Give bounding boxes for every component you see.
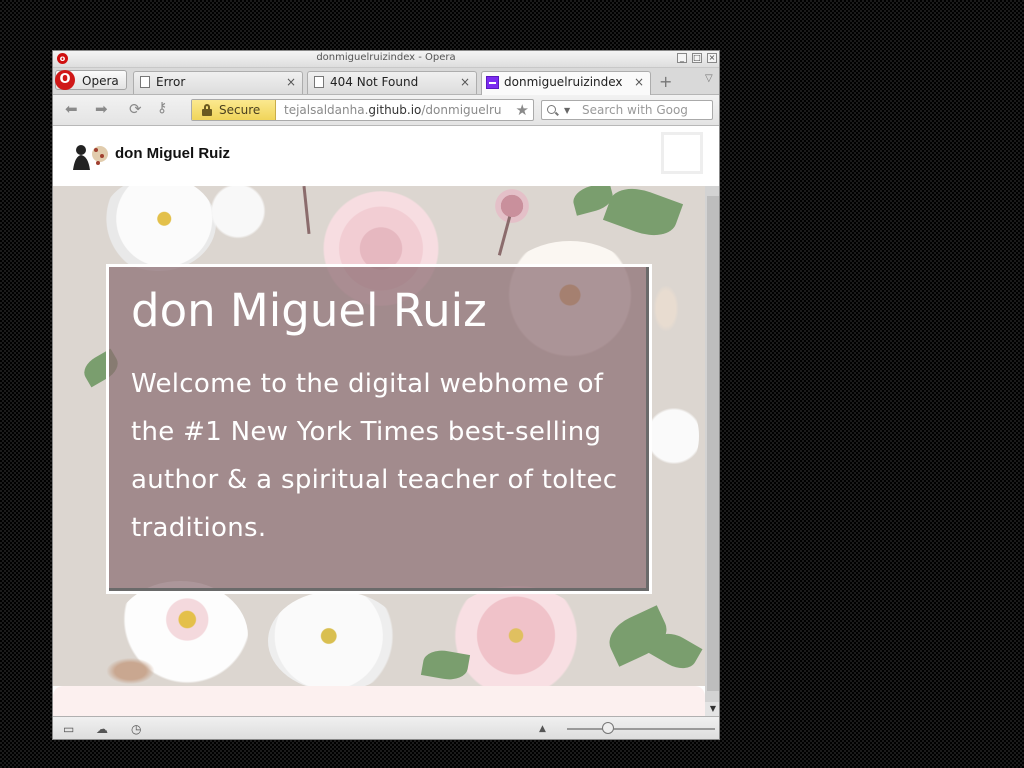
status-bar: ▭ ☁ ◷ ▲ xyxy=(53,716,719,739)
url-path: /donmiguelru xyxy=(421,103,502,117)
address-bar: ⬅ ➡ ⟳ ⚷ Secure tejalsaldanha.github.io/d… xyxy=(53,95,719,126)
page-scrollbar[interactable]: ▼ xyxy=(705,186,719,716)
zoom-menu-arrow-icon[interactable]: ▲ xyxy=(539,724,546,734)
tab-donmiguelruizindex[interactable]: donmiguelruizindex × xyxy=(481,71,651,95)
search-placeholder: Search with Goog xyxy=(582,103,688,117)
search-field[interactable]: ▼ Search with Goog xyxy=(541,100,713,120)
forward-arrow-icon[interactable]: ➡ xyxy=(95,100,108,118)
panel-toggle-icon[interactable]: ▭ xyxy=(63,722,74,736)
reload-icon[interactable]: ⟳ xyxy=(129,100,142,118)
zoom-slider-handle[interactable] xyxy=(602,722,614,734)
tab-error[interactable]: Error × xyxy=(133,71,303,94)
page-icon xyxy=(140,76,150,88)
key-icon[interactable]: ⚷ xyxy=(157,100,167,116)
url-domain: github.io xyxy=(368,103,422,117)
search-icon xyxy=(547,105,556,114)
tab-close-icon[interactable]: × xyxy=(634,75,644,89)
browser-window: o donmiguelruizindex - Opera _ □ × O Ope… xyxy=(52,50,720,740)
tab-404-not-found[interactable]: 404 Not Found × xyxy=(307,71,477,94)
opera-logo-icon: O xyxy=(55,70,75,90)
hero-section: don Miguel Ruiz Welcome to the digital w… xyxy=(53,186,705,686)
url-prefix: tejalsaldanha. xyxy=(284,103,369,117)
hero-title: don Miguel Ruiz xyxy=(131,284,487,337)
scroll-down-arrow-icon[interactable]: ▼ xyxy=(705,702,719,716)
hamburger-menu-button[interactable] xyxy=(661,132,703,174)
site-name[interactable]: don Miguel Ruiz xyxy=(115,145,230,162)
tab-label: 404 Not Found xyxy=(330,75,419,89)
maximize-button[interactable]: □ xyxy=(692,53,702,63)
close-window-button[interactable]: × xyxy=(707,53,717,63)
title-bar: o donmiguelruizindex - Opera _ □ × xyxy=(53,51,719,68)
tab-bar: O Opera Error × 404 Not Found × donmigue… xyxy=(53,68,719,95)
zoom-slider[interactable] xyxy=(567,728,715,730)
site-header: don Miguel Ruiz xyxy=(53,126,719,186)
search-engine-dropdown-icon[interactable]: ▼ xyxy=(564,106,570,115)
tab-label: donmiguelruizindex xyxy=(504,75,623,89)
back-arrow-icon[interactable]: ⬅ xyxy=(65,100,78,118)
secure-badge[interactable]: Secure xyxy=(192,100,276,120)
opera-unite-cloud-icon[interactable]: ☁ xyxy=(96,722,108,736)
minimize-button[interactable]: _ xyxy=(677,53,687,63)
url-text: tejalsaldanha.github.io/donmiguelru xyxy=(284,103,502,117)
page-viewport: don Miguel Ruiz don Miguel Ruiz Welcome … xyxy=(53,126,719,716)
scrollbar-thumb[interactable] xyxy=(707,196,719,691)
lock-icon xyxy=(202,104,212,116)
page-icon xyxy=(314,76,324,88)
opera-menu-label: Opera xyxy=(82,74,119,88)
hero-description: Welcome to the digital webhome of the #1… xyxy=(131,369,618,543)
tab-label: Error xyxy=(156,75,186,89)
url-field[interactable]: Secure tejalsaldanha.github.io/donmiguel… xyxy=(191,99,534,121)
next-section-edge xyxy=(53,686,705,716)
site-logo[interactable] xyxy=(71,142,109,170)
tab-list-chevron-icon[interactable]: ▽ xyxy=(705,73,713,84)
speed-dial-gauge-icon[interactable]: ◷ xyxy=(131,722,141,736)
new-tab-button[interactable]: + xyxy=(659,72,672,91)
tab-close-icon[interactable]: × xyxy=(286,75,296,89)
window-title: donmiguelruizindex - Opera xyxy=(316,52,456,63)
opera-menu-button[interactable]: O Opera xyxy=(55,70,127,90)
site-favicon-icon xyxy=(486,76,499,89)
bookmark-star-icon[interactable]: ★ xyxy=(516,101,529,119)
secure-label: Secure xyxy=(219,103,261,117)
tab-close-icon[interactable]: × xyxy=(460,75,470,89)
